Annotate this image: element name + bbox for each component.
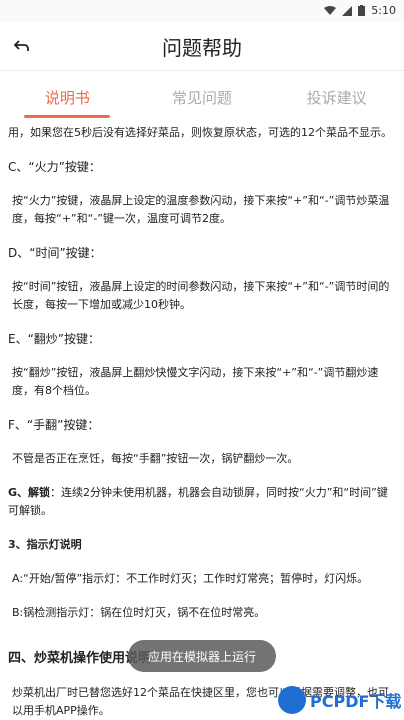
status-right: 5:10 bbox=[324, 4, 396, 17]
section-d-heading: D、“时间”按键： bbox=[8, 246, 102, 260]
intro-text: 用，如果您在5秒后没有选择好菜品，则恢复原状态，可选的12个菜品不显示。 bbox=[8, 126, 392, 139]
section-e-body: 按“翻炒”按钮，液晶屏上翻炒快慢文字闪动，接下来按“+”和“-”调节翻炒速度，有… bbox=[12, 366, 379, 397]
tab-manual[interactable]: 说明书 bbox=[0, 72, 135, 122]
wifi-icon bbox=[324, 5, 337, 15]
section-g-label: G、解锁 bbox=[8, 486, 51, 499]
watermark-text: PCPDF下载 bbox=[310, 692, 402, 711]
section-d-body: 按“时间”按钮，液晶屏上设定的时间参数闪动，接下来按“+”和“-”调节时间的长度… bbox=[12, 280, 390, 311]
indicator-a: A:“开始/暂停”指示灯：不工作时灯灭；工作时灯常亮；暂停时，灯闪烁。 bbox=[12, 572, 369, 585]
battery-icon bbox=[358, 5, 366, 16]
page-title: 问题帮助 bbox=[162, 36, 242, 60]
section-3-title: 3、指示灯说明 bbox=[8, 538, 82, 551]
section-c-heading: C、“火力”按键： bbox=[8, 160, 101, 174]
active-tab-indicator bbox=[24, 115, 111, 118]
section-c-body: 按“火力”按键，液晶屏上设定的温度参数闪动，接下来按“+”和“-”调节炒菜温度，… bbox=[12, 194, 390, 225]
tab-complaints-label: 投诉建议 bbox=[306, 88, 367, 107]
tab-complaints[interactable]: 投诉建议 bbox=[269, 72, 404, 122]
tab-faq-label: 常见问题 bbox=[172, 88, 233, 107]
tab-manual-label: 说明书 bbox=[44, 88, 90, 107]
section-f-heading: F、“手翻”按键： bbox=[8, 418, 100, 432]
tab-bar: 说明书 常见问题 投诉建议 bbox=[0, 72, 404, 122]
emulator-toast: 应用在模拟器上运行 bbox=[128, 640, 276, 672]
tab-faq[interactable]: 常见问题 bbox=[135, 72, 270, 122]
watermark: PCPDF下载 bbox=[278, 683, 402, 717]
section-g-body: ：连续2分钟未使用机器，机器会自动锁屏，同时按“火力”和“时间”键可解锁。 bbox=[8, 486, 388, 517]
section-e-heading: E、“翻炒”按键： bbox=[8, 332, 101, 346]
indicator-b: B:锅检测指示灯：锅在位时灯灭，锅不在位时常亮。 bbox=[12, 606, 266, 619]
watermark-logo-icon bbox=[278, 686, 306, 714]
signal-icon bbox=[342, 5, 353, 16]
status-time: 5:10 bbox=[371, 4, 396, 17]
app-header: 问题帮助 bbox=[0, 22, 404, 71]
status-bar: 5:10 bbox=[0, 0, 404, 22]
manual-content[interactable]: 用，如果您在5秒后没有选择好菜品，则恢复原状态，可选的12个菜品不显示。 C、“… bbox=[0, 124, 404, 720]
section-f-body: 不管是否正在烹饪，每按“手翻”按钮一次，锅铲翻炒一次。 bbox=[12, 452, 299, 465]
section-g: G、解锁：连续2分钟未使用机器，机器会自动锁屏，同时按“火力”和“时间”键可解锁… bbox=[8, 484, 396, 520]
